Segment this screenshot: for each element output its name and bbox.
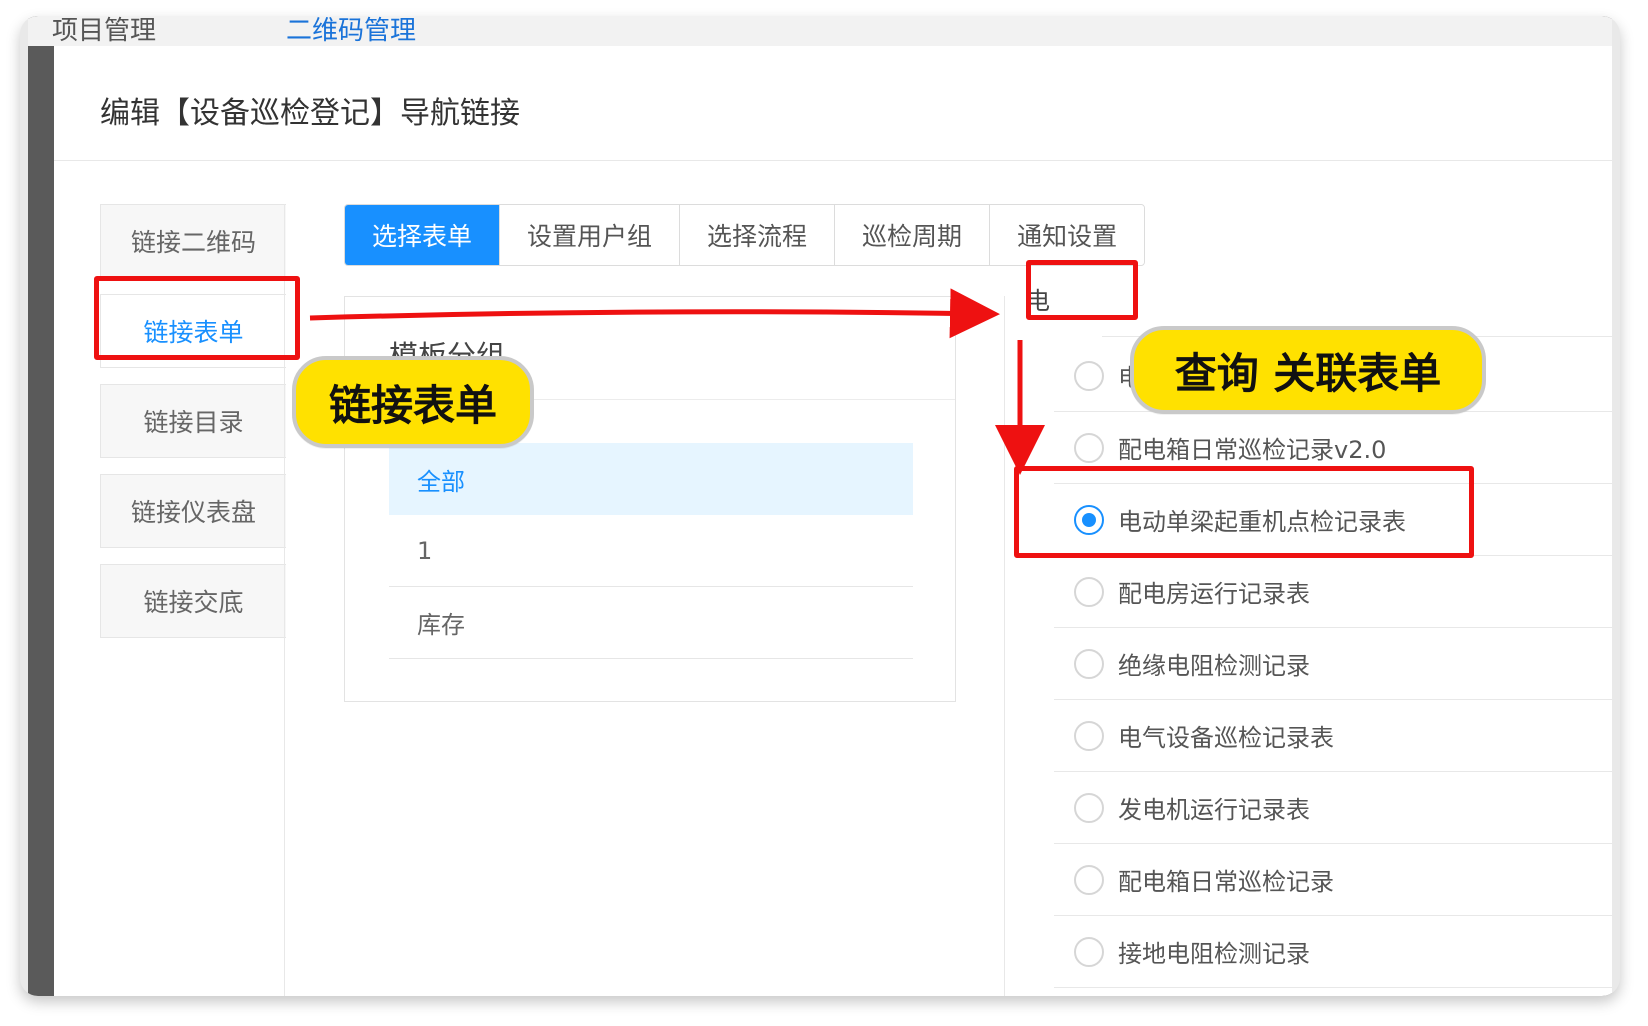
- arrow-to-search: [309, 288, 1000, 339]
- callout-query-related-form: 查询 关联表单: [1130, 326, 1486, 414]
- annotation-arrows: [309, 288, 1045, 475]
- callout-link-form: 链接表单: [292, 356, 534, 448]
